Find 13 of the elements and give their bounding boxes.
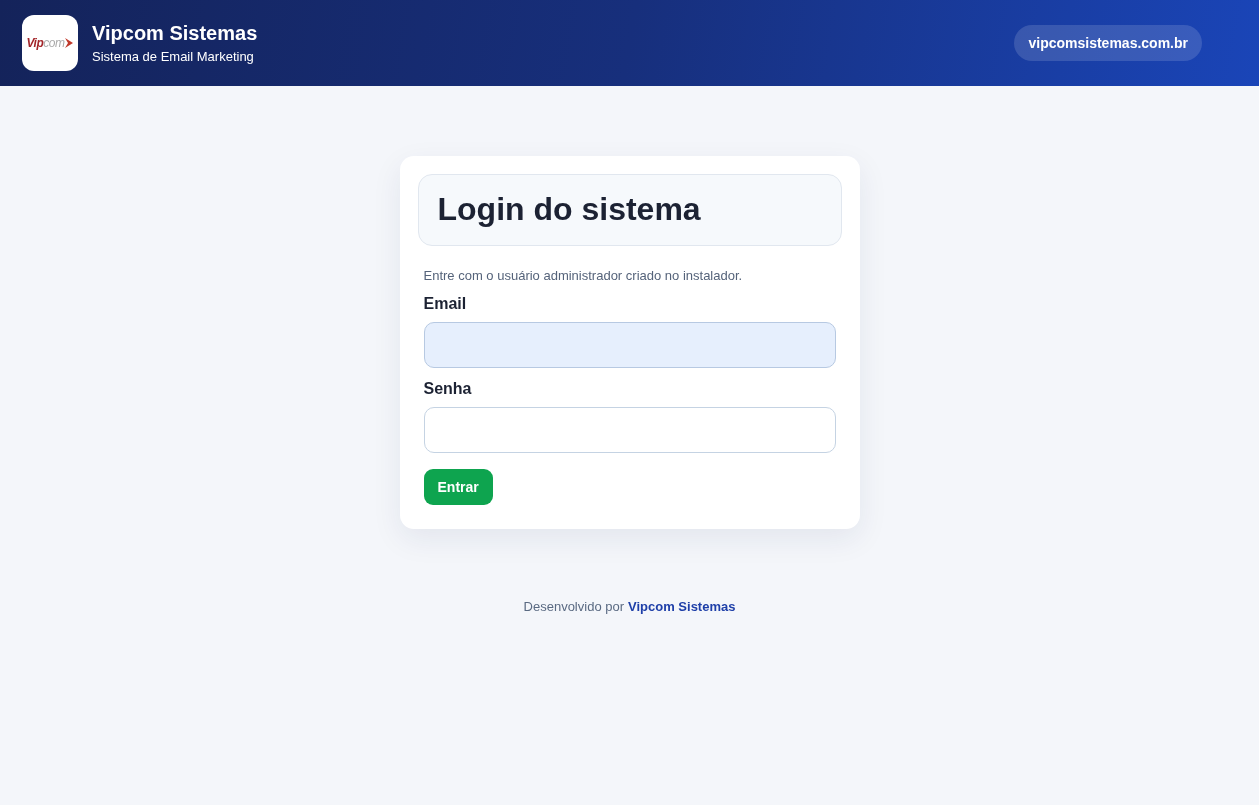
login-button[interactable]: Entrar (423, 469, 493, 505)
footer-link[interactable]: Vipcom Sistemas (628, 599, 736, 614)
field-label: Email (423, 295, 468, 313)
logo: Vipcom (22, 15, 78, 71)
site-link[interactable]: vipcomsistemas.com.br (1014, 25, 1202, 61)
app-subtitle: Sistema de Email Marketing (92, 49, 255, 64)
login-hint: Entre com o usuário administrador criado no instalador. (423, 268, 744, 283)
input-field[interactable] (423, 322, 836, 368)
field-label: Senha (423, 380, 473, 398)
app-title: Vipcom Sistemas (92, 22, 258, 45)
footer-text: Desenvolvido por (523, 599, 624, 614)
input-field[interactable] (423, 407, 836, 453)
login-title: Login do sistema (417, 174, 842, 246)
